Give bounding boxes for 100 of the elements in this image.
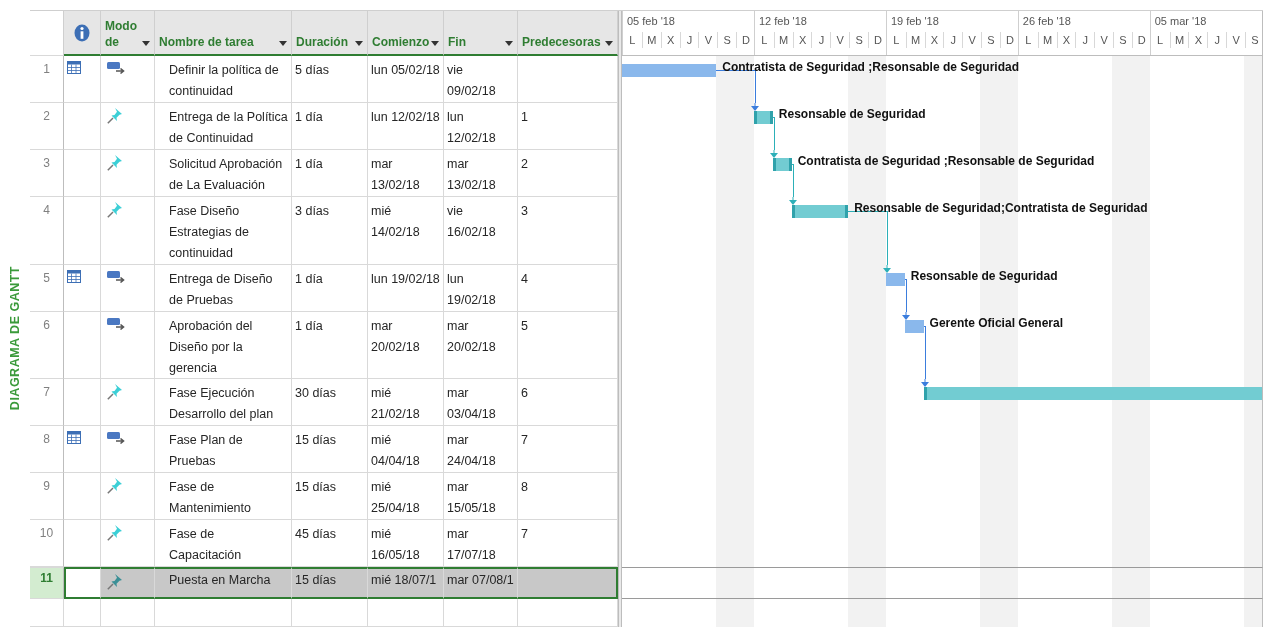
day-label: S [717,32,737,48]
predecessors-cell: 8 [518,473,618,520]
column-header[interactable]: Duración [292,11,368,56]
row-number[interactable]: 1 [30,56,64,103]
task-name-cell: Entrega de Diseño de Pruebas [155,265,292,312]
start-date-cell: mié 14/02/18 [368,197,444,265]
pane-splitter[interactable] [618,11,622,627]
row-number[interactable]: 8 [30,426,64,473]
row-number[interactable]: 9 [30,473,64,520]
duration-cell: 15 días [292,567,368,599]
predecessors-cell: 4 [518,265,618,312]
predecessors-cell: 3 [518,197,618,265]
day-label: S [1113,32,1132,48]
duration-cell: 5 días [292,56,368,103]
duration-cell: 15 días [292,426,368,473]
row-number[interactable]: 2 [30,103,64,150]
dropdown-caret-icon [431,41,439,46]
day-label: S [849,32,868,48]
task-name-cell: Fase Plan de Pruebas [155,426,292,473]
duration-cell: 15 días [292,473,368,520]
row-number[interactable]: 11 [30,567,64,599]
row-number[interactable]: 7 [30,379,64,426]
day-label: J [811,32,831,48]
day-label: S [981,32,1000,48]
empty-cell [30,599,64,627]
dropdown-caret-icon [142,41,150,46]
day-label: D [868,32,887,48]
view-label: DIAGRAMA DE GANTT [8,266,22,411]
day-label: S [1244,32,1262,48]
week-label: 12 feb '18 [757,14,808,29]
task-name-cell: Fase Ejecución Desarrollo del plan [155,379,292,426]
day-label: M [1037,32,1057,48]
day-label: V [830,32,850,48]
column-header[interactable]: Predecesoras [518,11,618,56]
day-label: L [892,33,901,48]
finish-date-cell: vie 16/02/18 [444,197,518,265]
connector-arrow [920,379,929,387]
task-name-cell: Definir la política de continuidad [155,56,292,103]
day-label: M [773,32,793,48]
task-bar[interactable] [772,158,792,171]
week-label: 19 feb '18 [889,14,940,29]
duration-cell: 30 días [292,379,368,426]
predecessors-cell: 5 [518,312,618,379]
pin-icon [107,574,122,590]
task-bar[interactable] [885,273,905,286]
auto-schedule-icon [107,61,126,75]
day-label: X [792,32,812,48]
day-label: D [1131,32,1151,48]
finish-date-cell: mar 20/02/18 [444,312,518,379]
day-label: D [999,32,1019,48]
connector-arrow [882,265,891,273]
task-name-cell: Entrega de la Política de Continuidad [155,103,292,150]
auto-schedule-icon [107,270,126,284]
calendar-icon [67,61,81,74]
column-header[interactable]: Comienzo [368,11,444,56]
finish-date-cell: mar 07/08/1 [444,567,518,599]
row-number[interactable]: 3 [30,150,64,197]
day-label: M [1169,32,1189,48]
pin-icon [107,384,122,400]
task-name-cell: Fase Diseño Estrategias de continuidad [155,197,292,265]
task-name-cell: Puesta en Marcha [155,567,292,599]
duration-cell: 3 días [292,197,368,265]
column-header[interactable]: Nombre de tarea [155,11,292,56]
predecessors-cell: 7 [518,426,618,473]
resource-label: Contratista de Seguridad ;Resonsable de Seguridad [797,154,1095,168]
day-label: D [736,32,755,48]
column-header[interactable]: Fin [444,11,518,56]
day-label: V [1094,32,1114,48]
day-label: L [628,33,637,48]
connector-arrow [769,150,778,158]
auto-schedule-icon [107,317,126,331]
day-label: L [1024,33,1033,48]
duration-cell: 1 día [292,150,368,197]
row-number[interactable]: 4 [30,197,64,265]
column-header[interactable]: Modo de [101,11,155,56]
row-number[interactable]: 5 [30,265,64,312]
task-bar[interactable] [791,205,849,218]
resource-label: Resonsable de Seguridad [778,107,926,121]
task-name-cell: Aprobación del Diseño por la gerencia [155,312,292,379]
calendar-icon [67,270,81,283]
task-bar[interactable] [904,320,924,333]
connector-arrow [788,197,797,205]
dropdown-caret-icon [505,41,513,46]
day-label: L [1156,33,1165,48]
resource-label: Resonsable de Seguridad;Contratista de Seguridad [854,201,1148,215]
day-label: J [679,32,699,48]
pin-icon [107,108,122,124]
pin-icon [107,478,122,494]
task-bar[interactable] [753,111,773,124]
resource-label: Resonsable de Seguridad [910,269,1058,283]
predecessors-cell: 2 [518,150,618,197]
day-label: X [1056,32,1076,48]
pin-icon [107,155,122,171]
calendar-icon [67,431,81,444]
day-label: L [760,33,769,48]
day-label: M [641,32,661,48]
start-date-cell: lun 05/02/18 [368,56,444,103]
week-label: 26 feb '18 [1021,14,1072,29]
row-number[interactable]: 6 [30,312,64,379]
task-name-cell: Fase de Mantenimiento [155,473,292,520]
